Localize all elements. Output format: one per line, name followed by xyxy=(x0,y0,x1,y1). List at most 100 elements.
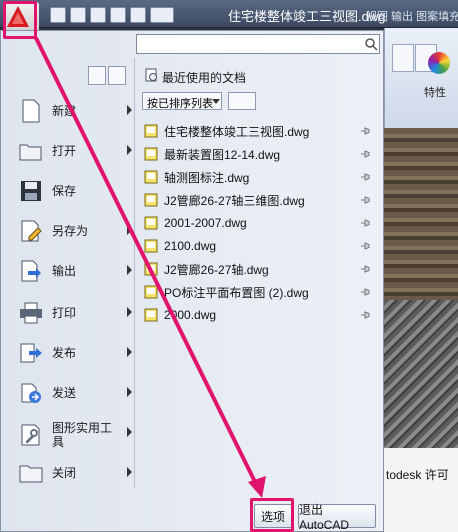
new-doc-icon xyxy=(18,98,44,124)
send-icon xyxy=(18,380,44,406)
file-name: 最新装置图12-14.dwg xyxy=(164,147,281,162)
ribbon-tool-button[interactable] xyxy=(392,44,414,72)
dwg-file-icon xyxy=(144,193,158,207)
menu-item-send[interactable]: 发送 xyxy=(18,378,136,408)
pin-icon[interactable] xyxy=(360,310,370,320)
menu-item-label: 打开 xyxy=(52,144,77,158)
file-name: 2001-2007.dwg xyxy=(164,216,247,230)
dwg-file-icon xyxy=(144,239,158,253)
file-name: 轴测图标注.dwg xyxy=(164,170,250,185)
pin-icon[interactable] xyxy=(360,126,370,136)
status-text: todesk 许可 xyxy=(386,468,449,482)
menu-item-label: 新建 xyxy=(52,104,77,118)
submenu-arrow-icon xyxy=(127,225,132,235)
ribbon-panel xyxy=(384,28,458,128)
recent-file-item[interactable]: 轴测图标注.dwg xyxy=(144,168,370,186)
submenu-arrow-icon xyxy=(127,265,132,275)
pin-icon[interactable] xyxy=(360,172,370,182)
color-wheel-icon[interactable] xyxy=(428,52,450,74)
menu-item-close[interactable]: 关闭 xyxy=(18,458,136,488)
recent-files-list: 住宅楼整体竣工三视图.dwg 最新装置图12-14.dwg 轴测图标注.dwg J2管… xyxy=(144,122,376,342)
menu-item-label: 打印 xyxy=(52,306,77,320)
menu-item-label: 输出 xyxy=(52,264,77,278)
menu-item-save[interactable]: 保存 xyxy=(18,176,136,206)
dwg-file-icon xyxy=(144,147,158,161)
submenu-arrow-icon xyxy=(127,427,132,437)
menu-item-print[interactable]: 打印 xyxy=(18,298,136,328)
drawing-utilities-icon xyxy=(18,422,44,448)
pin-icon[interactable] xyxy=(360,287,370,297)
highlight-box xyxy=(250,498,294,532)
menu-item-save-as[interactable]: 另存为 xyxy=(18,216,136,246)
export-icon xyxy=(18,258,44,284)
file-name: 2100.dwg xyxy=(164,239,217,253)
menu-item-export[interactable]: 输出 xyxy=(18,256,136,286)
plot-icon[interactable] xyxy=(150,7,174,23)
menu-item-label: 发布 xyxy=(52,346,77,360)
view-toggle xyxy=(88,66,126,85)
submenu-arrow-icon xyxy=(127,347,132,357)
save-as-icon xyxy=(18,218,44,244)
open-icon[interactable] xyxy=(70,7,86,23)
undo-icon[interactable] xyxy=(110,7,126,23)
file-name: PO标注平面布置图 (2).dwg xyxy=(164,285,309,300)
chevron-down-icon xyxy=(212,99,220,104)
pin-icon[interactable] xyxy=(360,241,370,251)
dwg-file-icon xyxy=(144,124,158,138)
publish-icon xyxy=(18,340,44,366)
recent-file-item[interactable]: 最新装置图12-14.dwg xyxy=(144,145,370,163)
recent-documents-icon xyxy=(145,68,157,82)
submenu-arrow-icon xyxy=(127,387,132,397)
status-panel xyxy=(384,448,458,532)
building-3d-view xyxy=(384,300,458,450)
submenu-arrow-icon xyxy=(127,105,132,115)
dwg-file-icon xyxy=(144,262,158,276)
menu-item-label: 另存为 xyxy=(52,224,89,238)
sort-dropdown[interactable]: 按已排序列表 xyxy=(142,92,222,110)
pin-icon[interactable] xyxy=(360,264,370,274)
menu-item-label: 保存 xyxy=(52,184,77,198)
dwg-file-icon xyxy=(144,285,158,299)
menu-item-label: 关闭 xyxy=(52,466,77,480)
recent-file-item[interactable]: 2001-2007.dwg xyxy=(144,214,370,232)
menu-item-open[interactable]: 打开 xyxy=(18,136,136,166)
menu-item-label: 图形实用工具 xyxy=(52,421,113,449)
new-icon[interactable] xyxy=(50,7,66,23)
dwg-file-icon xyxy=(144,216,158,230)
submenu-arrow-icon xyxy=(127,307,132,317)
recent-documents-title: 最近使用的文档 xyxy=(162,71,247,85)
pin-icon[interactable] xyxy=(360,195,370,205)
file-name: 住宅楼整体竣工三视图.dwg xyxy=(164,124,310,139)
properties-label[interactable]: 特性 xyxy=(424,84,446,100)
open-folder-icon xyxy=(18,138,44,164)
menu-item-new[interactable]: 新建 xyxy=(18,96,136,126)
menu-item-drawing-utilities[interactable]: 图形实用工具 xyxy=(18,418,136,452)
exit-autocad-button[interactable]: 退出 AutoCAD xyxy=(298,503,376,532)
quick-access-toolbar xyxy=(50,5,174,25)
open-documents-icon[interactable] xyxy=(108,66,126,85)
pin-icon[interactable] xyxy=(360,218,370,228)
submenu-arrow-icon xyxy=(127,145,132,155)
submenu-arrow-icon xyxy=(127,467,132,477)
recent-documents-icon[interactable] xyxy=(88,66,106,85)
view-mode-dropdown[interactable] xyxy=(228,92,256,110)
menu-item-publish[interactable]: 发布 xyxy=(18,338,136,368)
recent-file-item[interactable]: PO标注平面布置图 (2).dwg xyxy=(144,283,370,301)
recent-file-item[interactable]: J2管廊26-27轴.dwg xyxy=(144,260,370,278)
search-icon[interactable] xyxy=(364,37,378,51)
close-folder-icon xyxy=(18,460,44,486)
pin-icon[interactable] xyxy=(360,149,370,159)
document-title: 住宅楼整体竣工三视图.dwg xyxy=(228,9,386,24)
recent-file-item[interactable]: J2管廊26-27轴三维图.dwg xyxy=(144,191,370,209)
menu-commands: 新建 打开 保存 另存为 输出 打印 发布 发送 图形实用工具 关闭 xyxy=(8,90,132,530)
dwg-file-icon xyxy=(144,170,158,184)
recent-file-item[interactable]: 住宅楼整体竣工三视图.dwg xyxy=(144,122,370,140)
highlight-box xyxy=(3,1,37,39)
recent-file-item[interactable]: 2000.dwg xyxy=(144,306,370,324)
recent-file-item[interactable]: 2100.dwg xyxy=(144,237,370,255)
printer-icon xyxy=(18,300,44,326)
redo-icon[interactable] xyxy=(130,7,146,23)
search-input[interactable] xyxy=(136,34,380,54)
ribbon-tabs[interactable]: 视图 输出 图案填充 xyxy=(366,8,458,24)
save-icon[interactable] xyxy=(90,7,106,23)
